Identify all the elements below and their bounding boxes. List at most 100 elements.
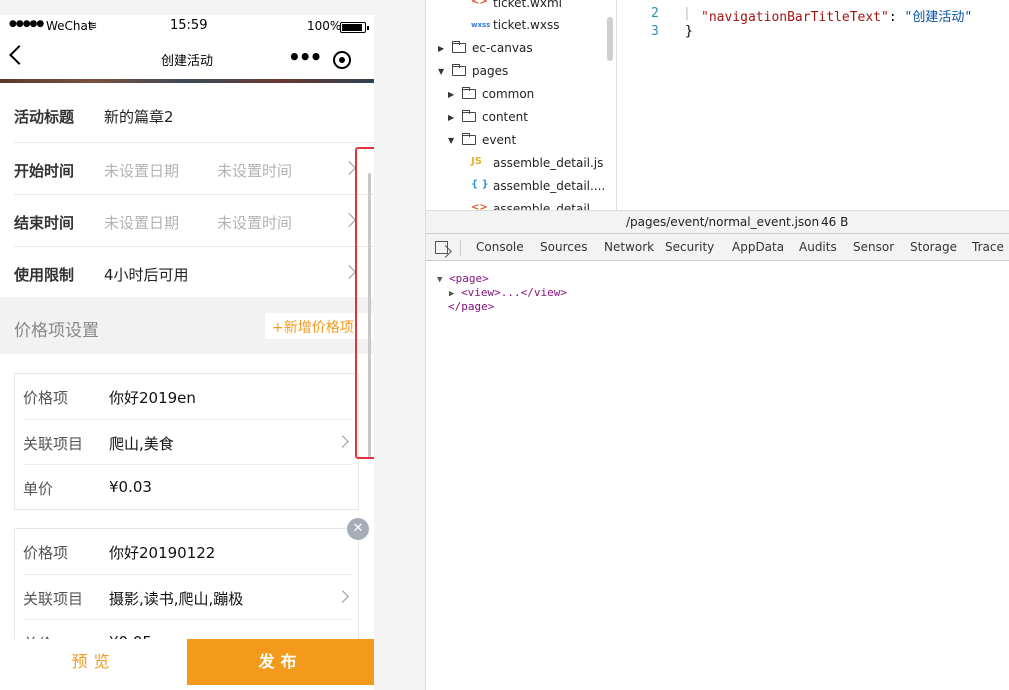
- folder-label: ec-canvas: [472, 41, 533, 55]
- related-items-row[interactable]: 关联项目 摄影,读书,爬山,蹦极: [15, 575, 360, 620]
- price-item-name[interactable]: 你好20190122: [109, 542, 215, 563]
- collapse-arrow-icon[interactable]: ▼: [448, 136, 454, 145]
- usage-limit-value[interactable]: 4小时后可用: [104, 264, 189, 285]
- json-key: "navigationBarTitleText": [701, 10, 889, 25]
- collapse-triangle-icon[interactable]: ▼: [437, 275, 442, 285]
- form-row-title[interactable]: 活动标题 新的篇章2: [0, 89, 374, 141]
- js-file-icon: JS: [471, 156, 482, 167]
- price-item-row[interactable]: 价格项 你好20190122: [15, 529, 360, 574]
- devtools-tabbar: Console Sources Network Security AppData…: [425, 233, 1009, 261]
- more-menu-icon[interactable]: •••: [288, 45, 322, 69]
- file-size: 46 B: [821, 215, 849, 229]
- related-items-label: 关联项目: [23, 590, 84, 608]
- dom-tag: </page>: [448, 300, 495, 313]
- file-label: assemble_detail....: [493, 179, 606, 193]
- battery-icon: [340, 22, 369, 33]
- end-time-picker[interactable]: 未设置时间: [217, 212, 292, 233]
- tab-appdata[interactable]: AppData: [732, 240, 784, 254]
- chevron-right-icon: [341, 212, 357, 228]
- tab-audits[interactable]: Audits: [799, 240, 837, 254]
- line-number: 3: [651, 24, 659, 39]
- battery-percent: 100%: [307, 19, 342, 33]
- line-number: 2: [651, 6, 659, 21]
- start-time-picker[interactable]: 未设置时间: [217, 160, 292, 181]
- start-date-picker[interactable]: 未设置日期: [104, 160, 179, 181]
- price-section-title: 价格项设置: [14, 321, 99, 341]
- unit-price-value[interactable]: ¥0.03: [109, 478, 152, 496]
- status-time: 15:59: [170, 18, 208, 33]
- related-items-label: 关联项目: [23, 435, 84, 453]
- price-section-header: 价格项设置 +新增价格项: [0, 297, 374, 354]
- json-colon: :: [888, 10, 905, 25]
- file-tree-scrollbar[interactable]: [607, 17, 613, 61]
- code-line: }: [685, 24, 693, 39]
- expand-triangle-icon[interactable]: ▶: [449, 289, 454, 299]
- expand-arrow-icon[interactable]: ▶: [448, 113, 454, 122]
- tab-network[interactable]: Network: [604, 240, 654, 254]
- tab-console[interactable]: Console: [476, 240, 524, 254]
- unit-price-label: 单价: [23, 480, 54, 498]
- code-editor[interactable]: 2 | "navigationBarTitleText": "创建活动" 3 }: [616, 0, 1009, 210]
- file-label: ticket.wxml: [493, 0, 562, 10]
- dom-node-page[interactable]: ▼ <page>: [437, 272, 489, 285]
- file-label: ticket.wxss: [493, 18, 560, 32]
- wxss-file-icon: wxss: [471, 21, 491, 29]
- price-item-row[interactable]: 价格项 你好2019en: [15, 374, 360, 419]
- chevron-right-icon: [341, 264, 357, 280]
- preview-button[interactable]: 预览: [0, 639, 187, 685]
- inspect-element-icon[interactable]: [435, 241, 448, 254]
- file-info-bar: /pages/event/normal_event.json 46 B: [616, 210, 1009, 233]
- form-row-usage-limit[interactable]: 使用限制 4小时后可用: [0, 247, 374, 299]
- chevron-right-icon: [341, 160, 357, 176]
- expand-arrow-icon[interactable]: ▶: [438, 44, 444, 53]
- tab-trace[interactable]: Trace: [972, 240, 1004, 254]
- folder-icon: [452, 41, 466, 53]
- form-row-start-time[interactable]: 开始时间 未设置日期 未设置时间: [0, 143, 374, 195]
- file-label: assemble_detail....: [493, 202, 606, 210]
- folder-label: content: [482, 110, 528, 124]
- status-bar: ●●●●● WeChat ≋ 15:59 100%: [0, 15, 374, 37]
- form-row-end-time[interactable]: 结束时间 未设置日期 未设置时间: [0, 195, 374, 247]
- publish-button[interactable]: 发布: [187, 639, 374, 685]
- navigation-bar: 创建活动 •••: [0, 37, 374, 79]
- carrier-label: WeChat: [46, 19, 93, 33]
- wifi-icon: ≋: [88, 19, 98, 32]
- screen: ●●●●● WeChat ≋ 15:59 100% 创建活动 ••• 活动标题 …: [0, 0, 1009, 690]
- price-item-label: 价格项: [23, 389, 69, 407]
- close-miniprogram-icon[interactable]: [333, 51, 351, 69]
- price-item-name[interactable]: 你好2019en: [109, 387, 196, 408]
- unit-price-row[interactable]: 单价 ¥0.03: [15, 465, 360, 510]
- tab-sensor[interactable]: Sensor: [853, 240, 894, 254]
- file-tree-panel: <> ticket.wxml wxss ticket.wxss ▶ ec-can…: [425, 0, 616, 210]
- header-image-strip: [0, 79, 374, 83]
- delete-card-icon[interactable]: ✕: [347, 518, 369, 540]
- folder-label: pages: [472, 64, 509, 78]
- elements-panel[interactable]: ▼ <page> ▶ <view>...</view> </page>: [425, 262, 1009, 690]
- title-label: 活动标题: [14, 108, 75, 126]
- chevron-right-icon: [336, 435, 349, 448]
- end-date-picker[interactable]: 未设置日期: [104, 212, 179, 233]
- expand-arrow-icon[interactable]: ▶: [448, 90, 454, 99]
- folder-icon: [462, 87, 476, 99]
- related-items-value[interactable]: 爬山,美食: [109, 433, 174, 454]
- usage-limit-label: 使用限制: [14, 266, 75, 284]
- tab-storage[interactable]: Storage: [910, 240, 957, 254]
- dom-node-view[interactable]: ▶ <view>...</view>: [449, 286, 567, 299]
- scrollbar-highlight-box: [355, 147, 374, 459]
- end-time-label: 结束时间: [14, 214, 75, 232]
- json-file-icon: { }: [471, 179, 489, 190]
- file-path: /pages/event/normal_event.json: [626, 215, 820, 229]
- dom-node-page-close: </page>: [448, 300, 494, 313]
- folder-open-icon: [452, 64, 466, 76]
- title-input[interactable]: 新的篇章2: [104, 106, 174, 127]
- tab-security[interactable]: Security: [665, 240, 714, 254]
- folder-label: event: [482, 133, 517, 147]
- related-items-row[interactable]: 关联项目 爬山,美食: [15, 420, 360, 465]
- tab-sources[interactable]: Sources: [540, 240, 587, 254]
- json-value: "创建活动": [904, 10, 973, 25]
- phone-simulator: ●●●●● WeChat ≋ 15:59 100% 创建活动 ••• 活动标题 …: [0, 15, 374, 690]
- related-items-value[interactable]: 摄影,读书,爬山,蹦极: [109, 588, 243, 609]
- price-item-card: 价格项 你好2019en 关联项目 爬山,美食 单价 ¥0.03: [14, 373, 359, 510]
- folder-open-icon: [462, 133, 476, 145]
- collapse-arrow-icon[interactable]: ▼: [438, 67, 444, 76]
